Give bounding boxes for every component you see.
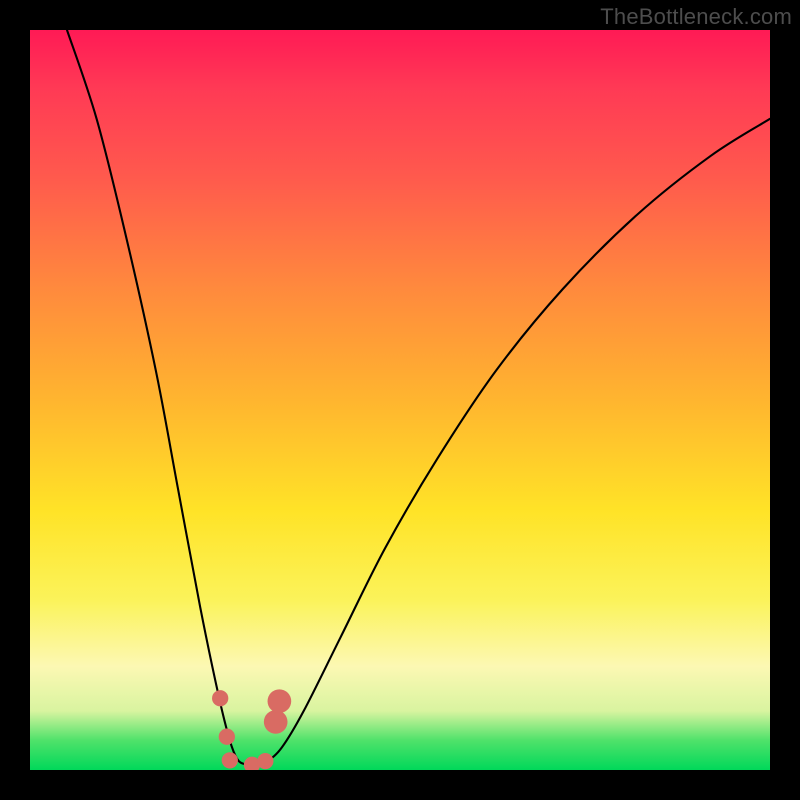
marker-5 <box>257 753 273 769</box>
chart-svg <box>30 30 770 770</box>
marker-1 <box>212 690 228 706</box>
marker-6 <box>264 710 288 734</box>
marker-2 <box>219 729 235 745</box>
marker-group <box>212 689 291 770</box>
watermark-text: TheBottleneck.com <box>600 4 792 30</box>
marker-3 <box>222 752 238 768</box>
marker-7 <box>268 689 292 713</box>
bottleneck-curve-path <box>67 30 770 765</box>
outer-frame: TheBottleneck.com <box>0 0 800 800</box>
plot-area <box>30 30 770 770</box>
